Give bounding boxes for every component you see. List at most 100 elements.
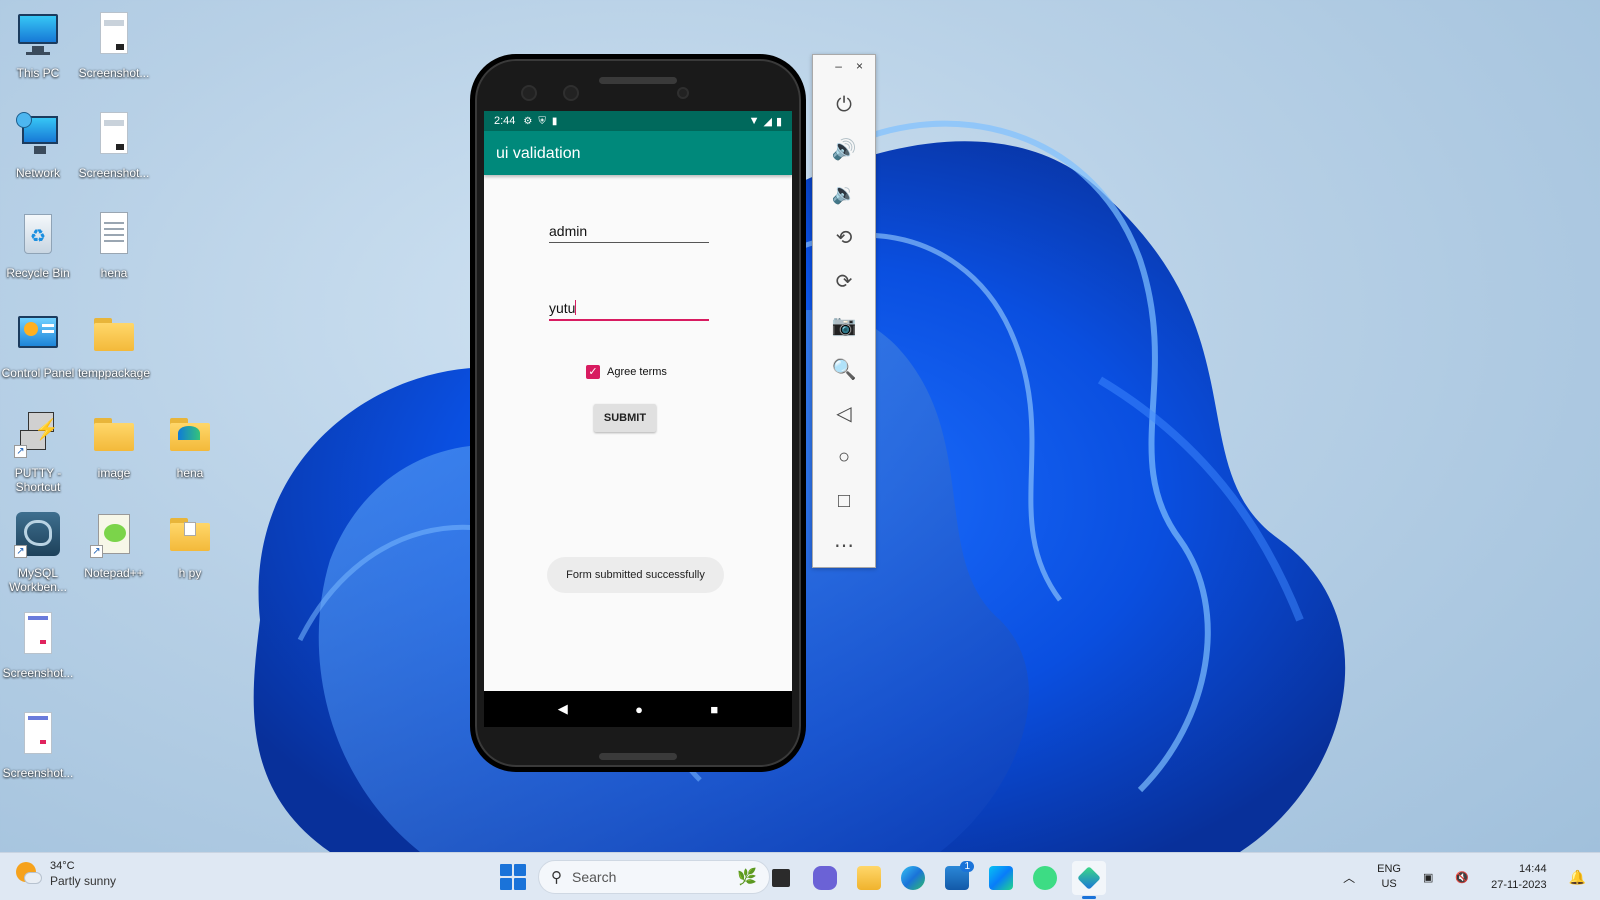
volume-up-icon: 🔊 (831, 138, 857, 161)
notification-bell-icon[interactable]: 🔔 (1569, 869, 1586, 886)
volume-muted-icon[interactable]: 🔇 (1455, 871, 1469, 884)
zoom-button[interactable]: 🔍 (813, 347, 875, 391)
submit-button[interactable]: SUBMIT (594, 404, 656, 432)
minimize-button[interactable]: – (835, 59, 842, 83)
weather-widget[interactable]: 34°C Partly sunny (14, 859, 116, 889)
folder-icon (90, 310, 138, 358)
agree-terms-label: Agree terms (607, 366, 667, 378)
home-button[interactable]: ○ (813, 435, 875, 479)
notepadpp-icon: ↗ (90, 510, 138, 558)
network-tray-icon[interactable]: ▣ (1423, 871, 1433, 884)
windows-logo-icon (500, 864, 512, 876)
desktop-icon-image-folder[interactable]: image (76, 410, 152, 480)
search-placeholder: Search (572, 869, 617, 885)
desktop-icon-screenshot-2[interactable]: Screenshot... (76, 110, 152, 180)
desktop-icon-network[interactable]: Network (0, 110, 76, 180)
taskbar-teams[interactable] (808, 861, 842, 895)
desktop-icon-label: h py (178, 566, 202, 580)
desktop-icon-hena-file[interactable]: hena (76, 210, 152, 280)
desktop-icon-label: This PC (16, 66, 60, 80)
taskbar-search[interactable]: ⚲ Search 🌿 (538, 860, 770, 894)
active-indicator (1082, 896, 1096, 899)
putty-icon: ⚡ ↗ (14, 410, 62, 458)
desktop-icon-putty[interactable]: ⚡ ↗ PUTTY - Shortcut (0, 410, 76, 494)
camera-icon: 📷 (831, 314, 857, 337)
overview-icon: □ (837, 489, 851, 512)
nav-back-icon[interactable]: ◀ (558, 701, 568, 717)
username-input[interactable]: admin (549, 223, 709, 243)
image-file-icon (14, 710, 62, 758)
volume-down-button[interactable]: 🔉 (813, 171, 875, 215)
taskbar-android-studio[interactable] (1028, 861, 1062, 895)
more-icon: ⋯ (834, 534, 854, 557)
android-studio-icon (1033, 866, 1057, 890)
taskbar-edge[interactable] (896, 861, 930, 895)
check-icon: ✓ (586, 365, 600, 379)
language-indicator[interactable]: ENG US (1377, 862, 1401, 892)
weather-condition: Partly sunny (50, 874, 117, 888)
password-input[interactable]: yutu (549, 300, 709, 321)
taskbar-file-explorer[interactable] (852, 861, 886, 895)
desktop-icon-hena-folder[interactable]: hena (152, 410, 228, 480)
desktop-icon-screenshot-4[interactable]: Screenshot... (0, 710, 76, 780)
desktop-icon-label: hena (100, 266, 128, 280)
agree-terms-checkbox[interactable]: ✓ Agree terms (586, 365, 667, 379)
weather-temp: 34°C (50, 860, 75, 872)
image-file-icon (90, 10, 138, 58)
partly-sunny-icon (14, 860, 42, 888)
desktop-icon-notepadpp[interactable]: ↗ Notepad++ (76, 510, 152, 580)
desktop-icon-label: temppackage (77, 366, 151, 380)
text-caret (575, 300, 577, 315)
taskbar: 34°C Partly sunny ⚲ Search 🌿 1 ︿ ENG US … (0, 852, 1600, 900)
desktop-icon-label: PUTTY - Shortcut (14, 466, 62, 494)
desktop-icon-screenshot-1[interactable]: Screenshot... (76, 10, 152, 80)
android-nav-bar: ◀ ● ■ (484, 691, 792, 727)
desktop-icon-recycle-bin[interactable]: ♻ Recycle Bin (0, 210, 76, 280)
text-file-icon (90, 210, 138, 258)
close-button[interactable]: × (856, 59, 863, 83)
system-tray: ︿ ENG US ▣ 🔇 14:44 27-11-2023 🔔 (1343, 853, 1586, 900)
app-title: ui validation (484, 131, 792, 175)
taskbar-store[interactable]: 1 (940, 861, 974, 895)
power-button[interactable]: ⏻ (813, 83, 875, 127)
volume-up-button[interactable]: 🔊 (813, 127, 875, 171)
network-icon (14, 110, 62, 158)
rotate-right-button[interactable]: ⟳ (813, 259, 875, 303)
desktop-icon-screenshot-3[interactable]: Screenshot... (0, 610, 76, 680)
desktop-icon-label: hena (176, 466, 204, 480)
taskbar-emulator[interactable] (1072, 861, 1106, 899)
desktop-icon-temppackage[interactable]: temppackage (76, 310, 152, 380)
shortcut-arrow-icon: ↗ (14, 445, 27, 458)
monitor-icon (14, 10, 62, 58)
desktop-icon-h-py[interactable]: h py (152, 510, 228, 580)
clock-time: 14:44 (1519, 863, 1547, 875)
more-button[interactable]: ⋯ (813, 523, 875, 567)
desktop-icon-this-pc[interactable]: This PC (0, 10, 76, 80)
keyboard-layout: US (1381, 878, 1397, 890)
rotate-left-button[interactable]: ⟲ (813, 215, 875, 259)
clock[interactable]: 14:44 27-11-2023 (1491, 861, 1546, 893)
taskbar-task-view[interactable] (764, 861, 798, 895)
front-sensor-icon (563, 85, 579, 101)
desktop-icon-mysql-workbench[interactable]: ↗ MySQL Workben... (0, 510, 76, 594)
taskbar-webstorm[interactable] (984, 861, 1018, 895)
settings-notification-icon: ⚙ (523, 115, 533, 127)
task-view-icon (772, 869, 790, 887)
nav-home-icon[interactable]: ● (635, 702, 643, 717)
proximity-sensor-icon (677, 87, 689, 99)
overview-button[interactable]: □ (813, 479, 875, 523)
folder-icon (166, 510, 214, 558)
nav-recents-icon[interactable]: ■ (710, 702, 718, 717)
chevron-up-icon[interactable]: ︿ (1343, 869, 1355, 886)
start-button[interactable] (500, 864, 526, 890)
desktop-icon-label: image (97, 466, 131, 480)
desktop-icon-control-panel[interactable]: Control Panel (0, 310, 76, 380)
front-camera-icon (521, 85, 537, 101)
emulator-icon (1077, 866, 1101, 890)
back-button[interactable]: ◁ (813, 391, 875, 435)
shortcut-arrow-icon: ↗ (90, 545, 103, 558)
screenshot-button[interactable]: 📷 (813, 303, 875, 347)
phone-screen: 2:44 ⚙ ⛨ ▮ ▼ ◢ ▮ ui validation admin yut… (484, 111, 792, 727)
bottom-speaker (599, 753, 677, 760)
desktop-icon-label: MySQL Workben... (9, 566, 67, 594)
